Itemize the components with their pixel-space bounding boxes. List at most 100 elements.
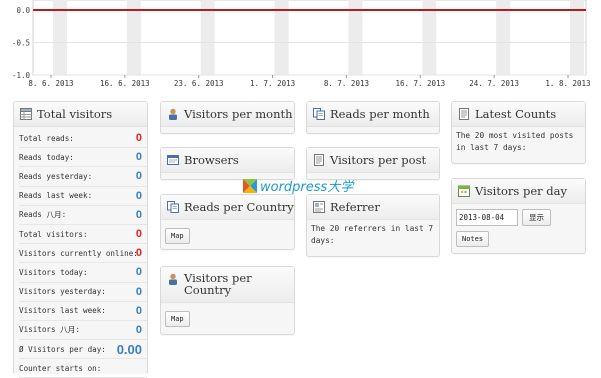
visitors-per-day-title: Visitors per day: [475, 184, 567, 198]
table-icon: [20, 108, 32, 120]
stat-value: 0: [135, 208, 142, 221]
stat-value: 0: [135, 170, 142, 183]
stat-row: Total visitors: 0: [19, 225, 147, 245]
stat-label: Total visitors:: [19, 229, 88, 239]
stat-row: Visitors yesterday: 0: [19, 283, 147, 302]
pages-icon: [167, 201, 179, 213]
x-tick-label: 16. 6. 2013: [100, 79, 150, 88]
visitors-per-post-header[interactable]: Visitors per post: [307, 148, 439, 173]
stat-value: 0.00: [116, 341, 142, 357]
latest-counts-header[interactable]: Latest Counts: [452, 102, 585, 127]
stat-row: Visitors 八月: 0: [19, 321, 147, 341]
document-icon: [314, 154, 324, 166]
visitors-per-month-widget: Visitors per month: [160, 101, 295, 134]
stat-row: Reads yesterday: 0: [19, 167, 147, 187]
stat-value: 0: [135, 228, 142, 241]
weekend-band: [274, 0, 289, 75]
referrer-header[interactable]: Referrer: [307, 195, 439, 220]
stat-label: Reads today:: [19, 152, 74, 162]
stat-row: Visitors today: 0: [19, 263, 147, 283]
weekend-band: [422, 0, 437, 75]
referrer-text: The 20 referrers in last 7 days:: [311, 224, 434, 245]
weekend-band: [348, 0, 363, 75]
visitors-per-post-title: Visitors per post: [330, 153, 427, 167]
stat-value: 0: [135, 304, 142, 317]
x-tick-label: 16. 7. 2013: [395, 79, 445, 88]
weekend-band: [496, 0, 511, 75]
stat-row: Ø Visitors per day: 0.00: [19, 340, 147, 360]
latest-counts-widget: Latest Counts The 20 most visited posts …: [451, 101, 586, 164]
reads-per-country-header[interactable]: Reads per Country: [161, 195, 294, 220]
stat-value: 0: [135, 247, 142, 260]
user-icon: [169, 273, 177, 285]
pages-icon: [313, 108, 325, 120]
stat-label: Reads 八月:: [19, 210, 67, 220]
user-icon: [169, 108, 177, 120]
referrer-widget: Referrer The 20 referrers in last 7 days…: [306, 194, 440, 257]
browsers-title: Browsers: [184, 153, 239, 167]
stat-row: Total reads: 0: [19, 129, 147, 149]
total-visitors-widget: Total visitors Total reads: 0 Reads today:…: [13, 101, 148, 378]
x-tick-label: 23. 6. 2013: [174, 79, 224, 88]
reads-per-month-widget: Reads per month: [306, 101, 440, 134]
total-visitors-header: Total visitors: [14, 102, 147, 127]
visitors-per-day-header[interactable]: Visitors per day: [452, 179, 585, 204]
browsers-header[interactable]: Browsers: [161, 148, 294, 173]
watermark-text: wordpress大学: [260, 180, 354, 195]
show-button[interactable]: 显示: [522, 209, 551, 226]
stat-row: Visitors currently online: 0: [19, 244, 147, 264]
x-tick-label: 1. 8. 2013: [545, 79, 590, 88]
stat-value: 0: [135, 323, 142, 336]
date-input[interactable]: [456, 209, 518, 226]
x-tick-label: 24. 7. 2013: [469, 79, 519, 88]
latest-counts-text: The 20 most visited posts in last 7 days…: [456, 131, 574, 152]
stat-label: Reads yesterday:: [19, 171, 93, 181]
visitors-per-country-widget: Visitors per Country Map: [160, 266, 295, 335]
weekend-band: [570, 0, 584, 75]
y-tick-label: 0.0: [16, 6, 30, 15]
stat-row: Reads last week: 0: [19, 187, 147, 206]
stat-row: Visitors last week: 0: [19, 302, 147, 321]
x-tick-label: 1. 7. 2013: [250, 79, 295, 88]
stat-row: Counter starts on:: [19, 359, 147, 378]
stat-label: Visitors yesterday:: [19, 287, 106, 297]
latest-counts-title: Latest Counts: [475, 107, 557, 121]
visits-chart: 0.0-0.5-1.08. 6. 2013 16. 6. 2013 23. 6. 2…: [12, 0, 591, 88]
weekend-band: [126, 0, 141, 75]
visitors-per-country-title: Visitors per Country: [184, 271, 252, 297]
stat-label: Counter starts on:: [19, 363, 102, 373]
visitors-map-button[interactable]: Map: [165, 311, 190, 327]
browser-icon: [167, 155, 179, 165]
y-tick-label: -0.5: [12, 39, 30, 48]
x-tick-label: 8. 7. 2013: [324, 79, 369, 88]
stat-value: 0: [135, 132, 142, 145]
calendar-icon: [458, 185, 470, 197]
reads-per-month-header[interactable]: Reads per month: [307, 102, 439, 127]
reads-map-button[interactable]: Map: [165, 228, 190, 244]
document-icon: [459, 108, 469, 120]
weekend-band: [200, 0, 215, 75]
notes-button[interactable]: Notes: [456, 231, 490, 247]
reads-per-country-title: Reads per Country: [184, 200, 294, 214]
stat-label: Visitors last week:: [19, 306, 106, 316]
reads-per-month-title: Reads per month: [330, 107, 430, 121]
visitors-per-day-widget: Visitors per day 显示 Notes: [451, 178, 586, 254]
total-visitors-list: Total reads: 0 Reads today: 0 Reads yesterda…: [14, 127, 147, 378]
stat-label: Visitors currently online:: [19, 248, 138, 258]
referrer-icon: [313, 201, 325, 213]
weekend-band: [53, 0, 67, 75]
stat-row: Reads 八月: 0: [19, 206, 147, 225]
reads-per-country-widget: Reads per Country Map: [160, 194, 295, 250]
stat-label: Visitors 八月:: [19, 325, 80, 335]
stat-label: Ø Visitors per day:: [19, 344, 106, 354]
stat-label: Total reads:: [19, 133, 74, 143]
visitors-per-month-title: Visitors per month: [184, 107, 293, 121]
total-visitors-title: Total visitors: [37, 107, 113, 121]
wordpress-watermark: wordpress大学: [243, 176, 353, 195]
stat-value: 0: [135, 266, 142, 279]
stat-label: Reads last week:: [19, 191, 93, 201]
visitors-per-country-header[interactable]: Visitors per Country: [161, 267, 294, 303]
stat-value: 0: [135, 151, 142, 164]
stat-value: 0: [135, 189, 142, 202]
visitors-per-month-header[interactable]: Visitors per month: [161, 102, 294, 127]
